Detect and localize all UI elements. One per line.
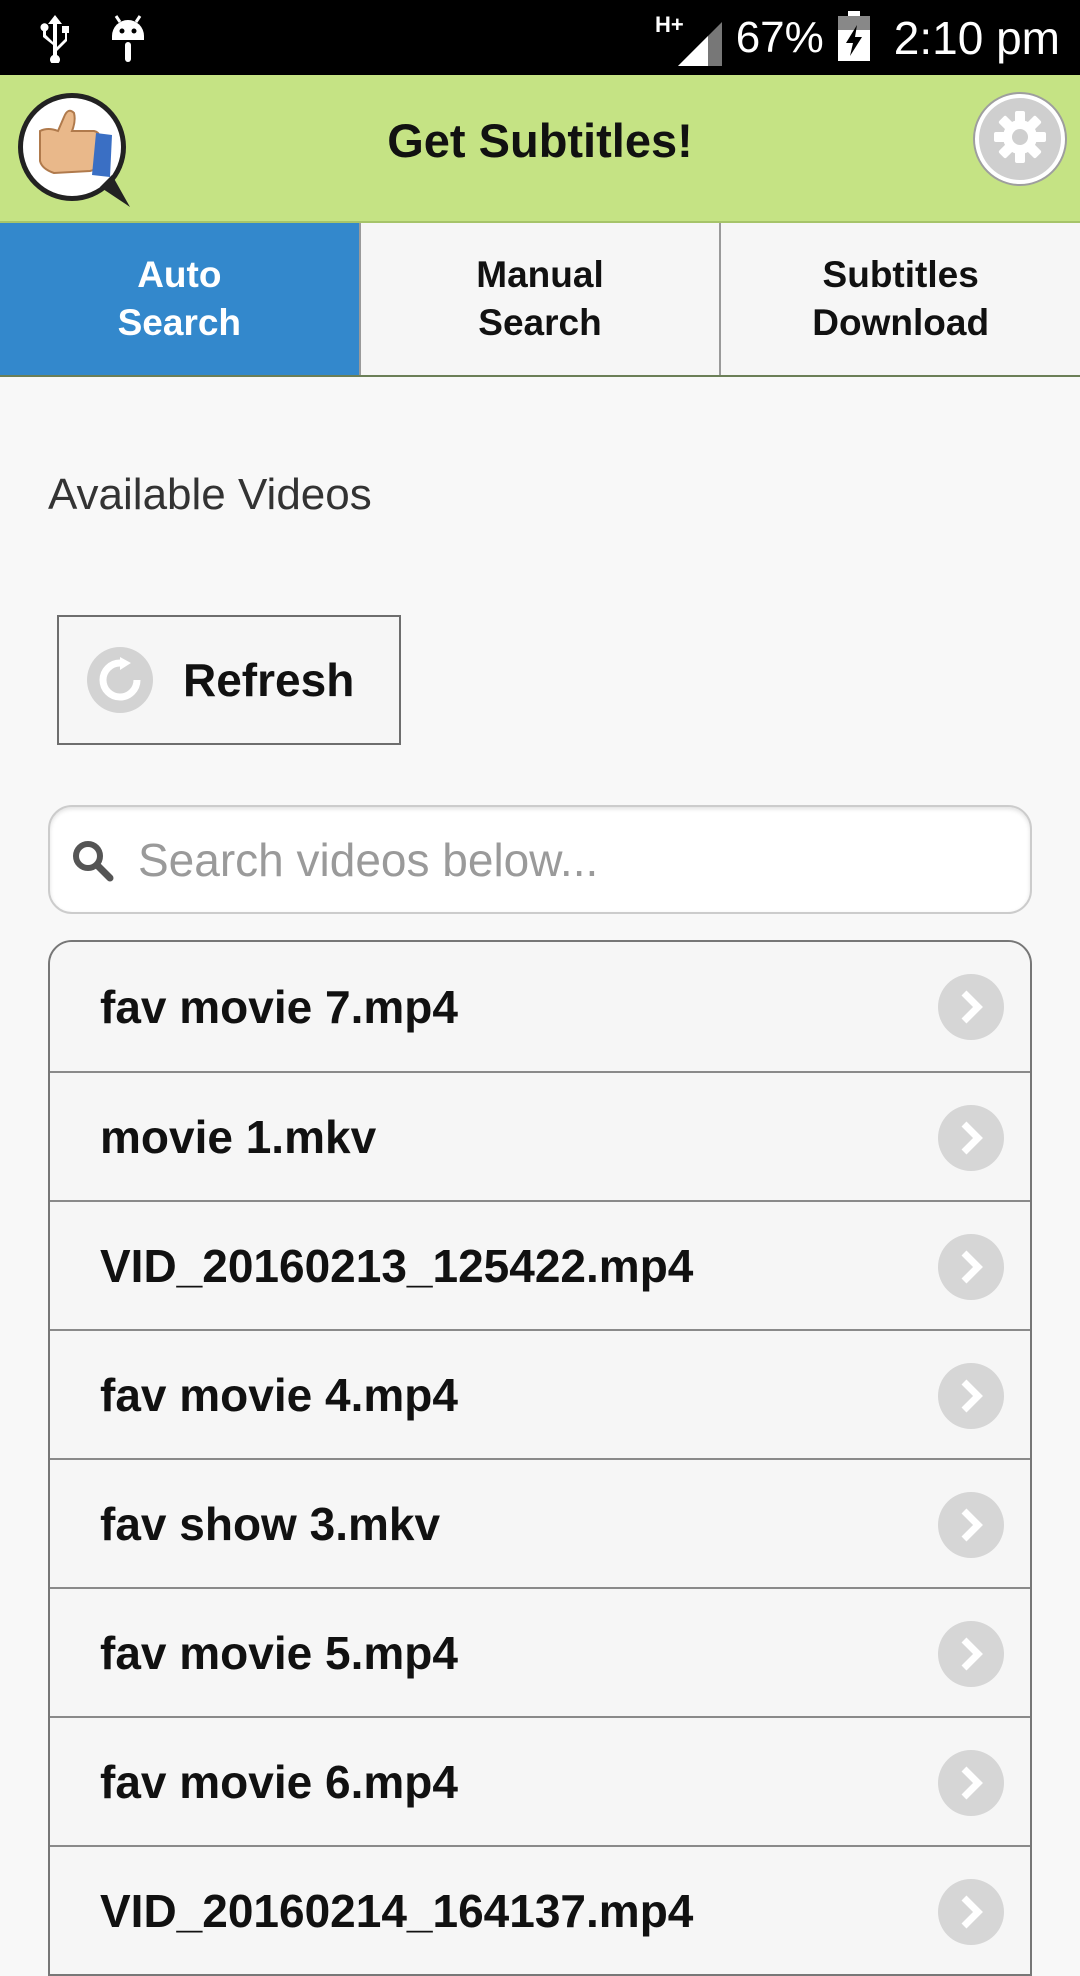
tab-label-line1: Auto — [137, 254, 222, 295]
tab-subtitles-download[interactable]: Subtitles Download — [719, 223, 1080, 375]
chevron-right-icon — [938, 1750, 1004, 1816]
list-item[interactable]: fav movie 6.mp4 — [50, 1716, 1030, 1845]
tab-manual-search[interactable]: Manual Search — [358, 223, 720, 375]
list-item[interactable]: fav movie 7.mp4 — [50, 942, 1030, 1071]
video-name: fav movie 6.mp4 — [100, 1755, 458, 1808]
gear-icon — [992, 109, 1048, 170]
list-item[interactable]: fav show 3.mkv — [50, 1458, 1030, 1587]
video-name: VID_20160213_125422.mp4 — [100, 1239, 694, 1292]
section-title: Available Videos — [48, 470, 372, 519]
video-name: movie 1.mkv — [100, 1110, 377, 1163]
signal-icon: H+ — [655, 10, 722, 66]
tab-label-line2: Download — [812, 302, 990, 343]
list-item[interactable]: fav movie 4.mp4 — [50, 1329, 1030, 1458]
usb-icon — [38, 15, 72, 68]
clock: 2:10 pm — [893, 12, 1060, 64]
android-debug-icon — [110, 14, 146, 69]
search-icon — [68, 836, 116, 884]
tab-label-line1: Subtitles — [822, 254, 979, 295]
tab-label-line2: Search — [478, 302, 602, 343]
chevron-right-icon — [938, 1879, 1004, 1945]
tab-label-line1: Manual — [476, 254, 604, 295]
tab-auto-search[interactable]: Auto Search — [0, 223, 359, 375]
settings-button[interactable] — [975, 94, 1065, 184]
chevron-right-icon — [938, 1234, 1004, 1300]
refresh-label: Refresh — [183, 654, 355, 706]
chevron-right-icon — [938, 1105, 1004, 1171]
refresh-button[interactable]: Refresh — [57, 615, 401, 745]
video-name: fav movie 4.mp4 — [100, 1368, 458, 1421]
app-title: Get Subtitles! — [387, 114, 693, 167]
status-bar: H+ 67% 2:10 pm — [0, 0, 1080, 75]
app-header: Get Subtitles! — [0, 75, 1080, 223]
video-name: VID_20160214_164137.mp4 — [100, 1884, 694, 1937]
video-name: fav show 3.mkv — [100, 1497, 441, 1550]
list-item[interactable]: VID_20160214_164137.mp4 — [50, 1845, 1030, 1974]
tab-bar: Auto Search Manual Search Subtitles Downloa… — [0, 223, 1080, 377]
list-item[interactable]: fav movie 5.mp4 — [50, 1587, 1030, 1716]
video-name: fav movie 7.mp4 — [100, 980, 458, 1033]
chevron-right-icon — [938, 1363, 1004, 1429]
list-item[interactable]: movie 1.mkv — [50, 1071, 1030, 1200]
video-name: fav movie 5.mp4 — [100, 1626, 458, 1679]
search-input[interactable] — [138, 832, 998, 887]
chevron-right-icon — [938, 974, 1004, 1040]
battery-percent: 67% — [735, 13, 824, 62]
chevron-right-icon — [938, 1621, 1004, 1687]
list-item[interactable]: VID_20160213_125422.mp4 — [50, 1200, 1030, 1329]
refresh-icon — [87, 647, 153, 713]
search-box — [48, 805, 1032, 914]
video-list: fav movie 7.mp4 movie 1.mkv VID_20160213… — [48, 940, 1032, 1976]
tab-label-line2: Search — [117, 302, 242, 343]
chevron-right-icon — [938, 1492, 1004, 1558]
battery-charging-icon — [837, 10, 870, 66]
